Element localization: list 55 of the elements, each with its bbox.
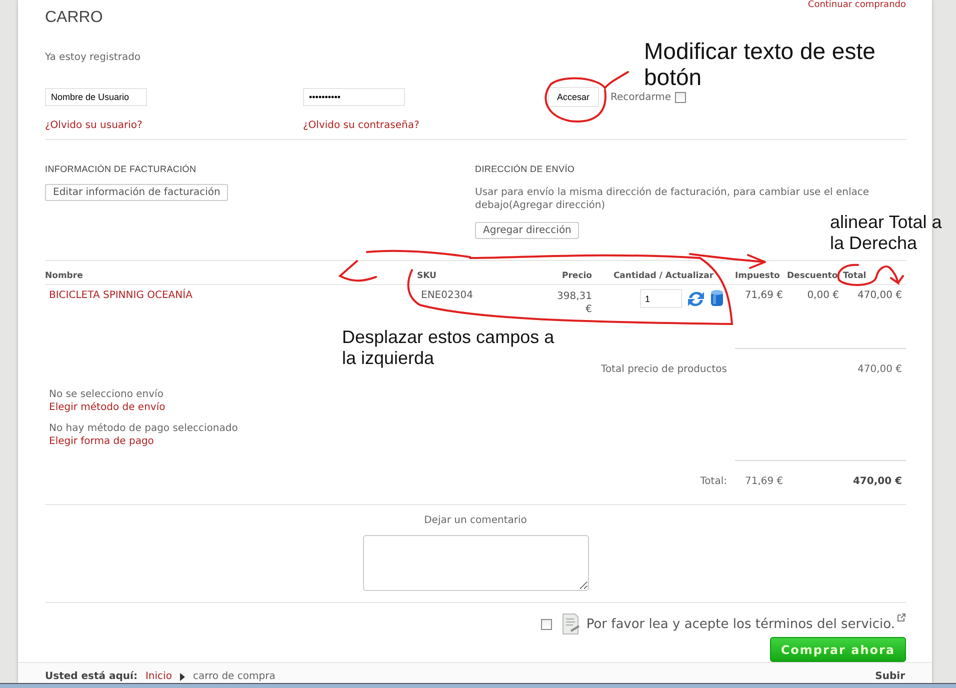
product-link[interactable]: BICICLETA SPINNIG OCEANÍA xyxy=(45,285,417,316)
shipping-note: Usar para envío la misma dirección de facturación, para cambiar use el enlace debajo(Agregar dirección) xyxy=(475,186,870,212)
page-title: CARRO xyxy=(45,10,104,26)
forgot-username-link[interactable]: ¿Olvido su usuario? xyxy=(45,120,303,131)
continue-shopping-link[interactable]: Continuar comprando xyxy=(808,0,906,10)
price-cell-text: 398,31 € xyxy=(556,290,592,316)
breadcrumb-label: Usted está aquí: xyxy=(45,671,138,682)
trash-icon xyxy=(710,289,724,307)
choose-payment-link[interactable]: Elegir forma de pago xyxy=(49,436,154,447)
terms-link[interactable]: Por favor lea y acepte los términos del servicio. xyxy=(586,616,895,632)
choose-shipping-link[interactable]: Elegir método de envío xyxy=(49,402,166,413)
column-header: Total xyxy=(843,261,906,285)
total-tax: 71,69 € xyxy=(744,475,784,487)
comment-field[interactable] xyxy=(362,535,588,591)
breadcrumb-link[interactable]: Inicio xyxy=(145,671,172,682)
forgot-password-link[interactable]: ¿Olvido su contraseña? xyxy=(303,120,548,131)
subtotal-value: 470,00 € xyxy=(856,363,903,375)
remember-checkbox[interactable] xyxy=(675,92,686,102)
refresh-icon xyxy=(686,289,706,309)
triangle-icon xyxy=(180,672,185,680)
shipping-heading: DIRECCIÓN DE ENVÍO xyxy=(475,164,576,174)
subtotal-label: Total precio de productos xyxy=(601,364,727,375)
sku-cell-text: ENE02304 xyxy=(420,289,474,303)
quantity-field[interactable]: 1 xyxy=(640,289,682,308)
total-cell-text: 470,00 € xyxy=(856,289,903,303)
discount-cell-text: 0,00 € xyxy=(806,289,840,303)
grand-total: 470,00 € xyxy=(852,475,903,487)
document-icon xyxy=(562,613,580,635)
shipping-status: No se selecciono envío xyxy=(49,388,164,401)
annotation-note: Modificar texto de este botón xyxy=(644,38,876,91)
terms-checkbox[interactable] xyxy=(541,618,552,630)
total-label: Total: xyxy=(700,476,727,487)
login-button[interactable]: Accesar xyxy=(548,87,599,107)
breadcrumb-current: carro de compra xyxy=(192,671,276,682)
column-header: Impuesto xyxy=(735,261,787,285)
login-heading: Ya estoy registrado xyxy=(45,52,142,63)
tax-cell-text: 71,69 € xyxy=(744,289,784,303)
column-header: SKU xyxy=(417,261,542,285)
column-header: Nombre xyxy=(45,261,417,285)
annotation-note: Desplazar estos campos a la izquierda xyxy=(342,327,556,368)
back-to-top-link[interactable]: Subir xyxy=(875,671,905,682)
password-field[interactable]: •••••••••• xyxy=(303,88,405,106)
column-header: Descuento xyxy=(787,261,843,285)
annotation-note: alinear Total a la Derecha xyxy=(830,212,943,254)
column-header: Cantidad / Actualizar xyxy=(592,261,735,285)
payment-status: No hay método de pago seleccionado xyxy=(49,422,239,435)
comment-label: Dejar un comentario xyxy=(423,515,528,526)
total-circle-scribble xyxy=(837,264,904,286)
column-header: Precio xyxy=(542,261,592,285)
add-address-button[interactable]: Agregar dirección xyxy=(475,222,580,239)
external-link-icon xyxy=(897,613,906,622)
username-field[interactable]: Nombre de Usuario xyxy=(45,88,147,106)
remember-label: Recordarme xyxy=(610,92,672,102)
billing-heading: INFORMACIÓN DE FACTURACIÓN xyxy=(45,164,198,174)
edit-billing-button[interactable]: Editar información de facturación xyxy=(45,184,228,201)
